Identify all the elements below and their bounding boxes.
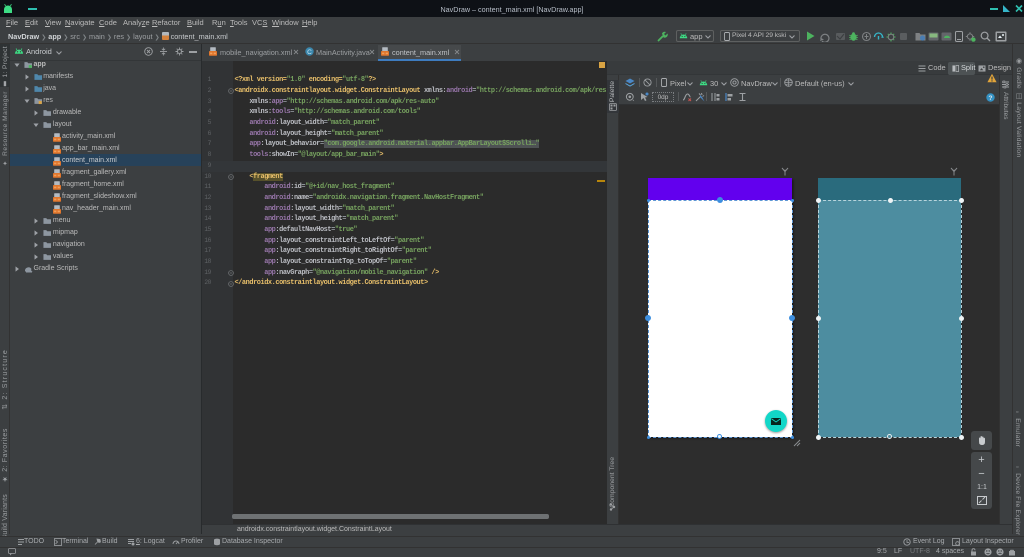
svg-text:C: C <box>307 49 312 56</box>
svg-text:?: ? <box>989 95 993 102</box>
